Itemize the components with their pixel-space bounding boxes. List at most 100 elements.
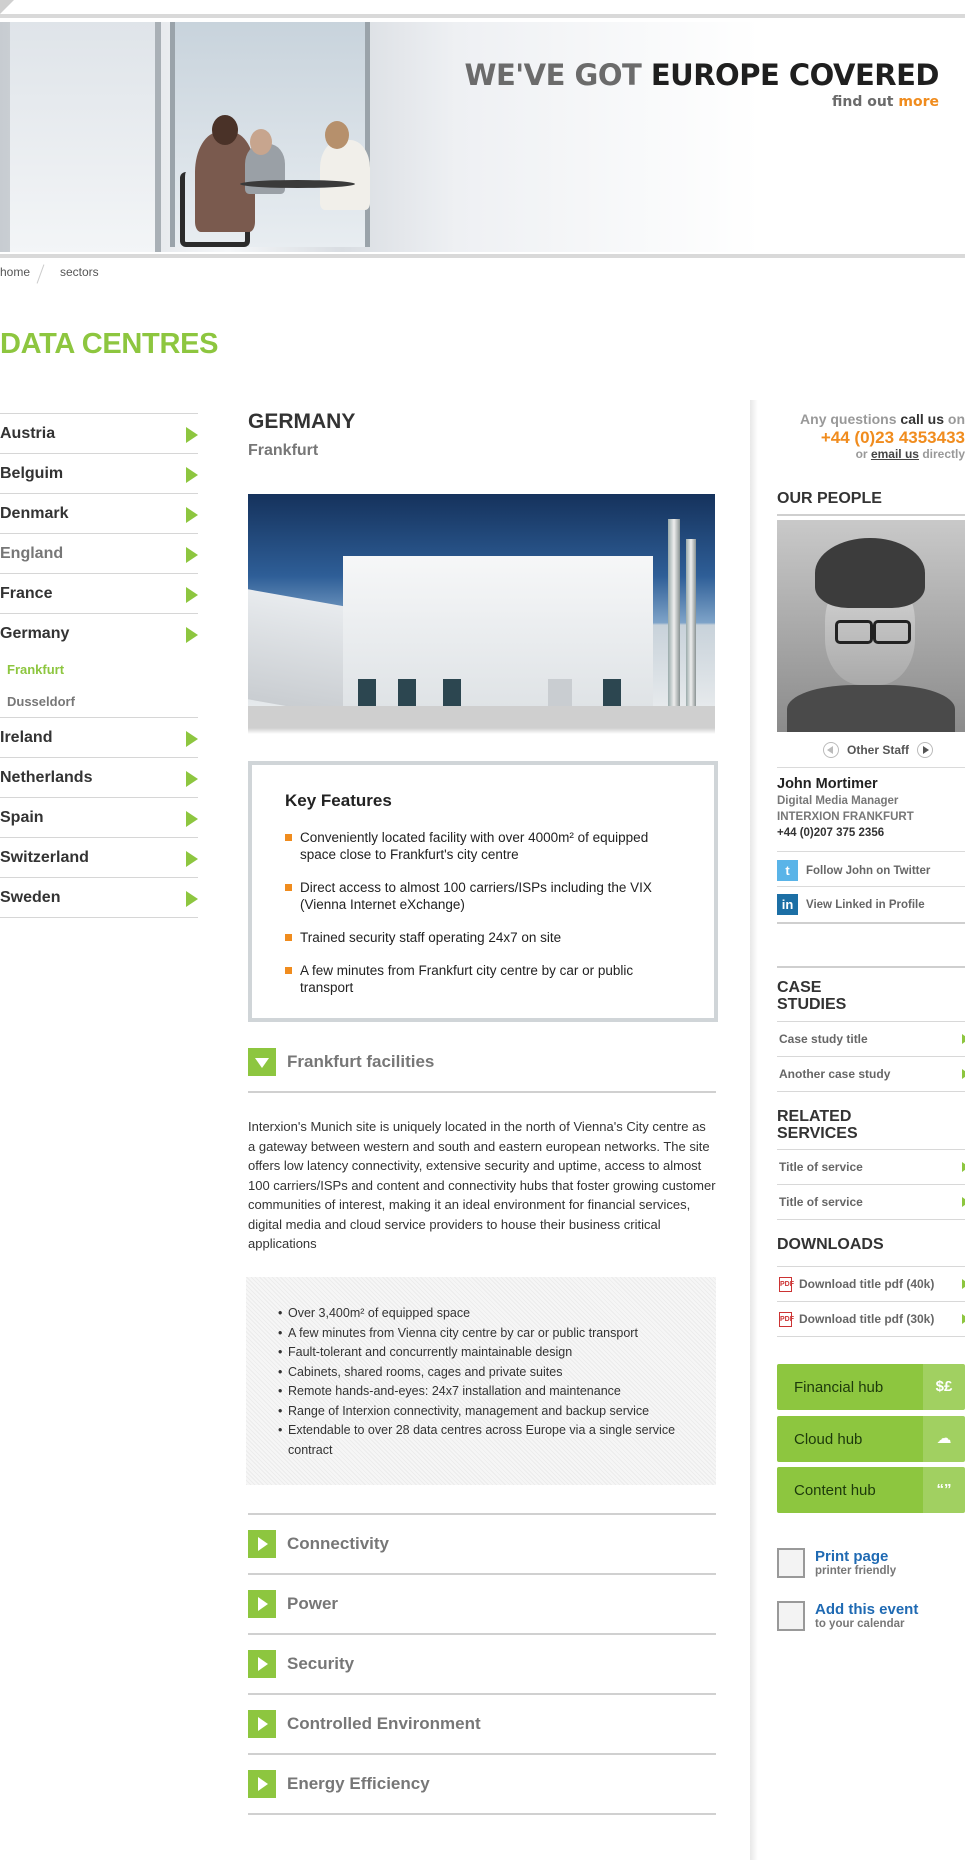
key-features-list: Conveniently located facility with over …: [285, 829, 685, 1012]
hero-banner[interactable]: WE'VE GOT EUROPE COVERED find out more: [0, 22, 965, 252]
divider: [248, 1573, 716, 1575]
top-rule: [0, 14, 965, 18]
accordion-label: Frankfurt facilities: [287, 1052, 435, 1071]
other-staff-label: Other Staff: [847, 743, 910, 757]
previous-icon[interactable]: [823, 742, 839, 758]
email-link[interactable]: email us: [871, 447, 919, 461]
twitter-icon: t: [777, 860, 798, 881]
content-hub-button[interactable]: Content hub “”: [777, 1467, 965, 1513]
nav-label: Ireland: [0, 728, 53, 746]
arrow-right-icon: [186, 547, 198, 563]
service-link[interactable]: Title of service: [777, 1149, 965, 1184]
hero-find-out-more[interactable]: find out more: [832, 94, 939, 110]
building-door: [443, 679, 461, 706]
chevron-right-icon: [248, 1650, 276, 1678]
financial-hub-button[interactable]: Financial hub $£: [777, 1364, 965, 1410]
next-icon[interactable]: [917, 742, 934, 758]
nav-item-sweden[interactable]: Sweden: [0, 877, 198, 917]
divider: [248, 1513, 716, 1515]
accordion-energy-efficiency[interactable]: Energy Efficiency: [248, 1770, 716, 1798]
cloud-icon: ☁: [923, 1416, 965, 1462]
staff-name: John Mortimer: [777, 776, 878, 792]
accordion-frankfurt-facilities[interactable]: Frankfurt facilities: [248, 1048, 716, 1076]
list-item: Fault-tolerant and concurrently maintain…: [278, 1343, 688, 1363]
download-link[interactable]: PDF Download title pdf (30k): [777, 1301, 965, 1336]
case-studies-heading: CASE STUDIES: [777, 979, 846, 1013]
twitter-label: Follow John on Twitter: [806, 864, 931, 877]
divider: [777, 886, 965, 887]
key-features-title: Key Features: [285, 791, 392, 810]
nav-sub-dusseldorf[interactable]: Dusseldorf: [0, 685, 198, 717]
nav-label: Germany: [0, 624, 70, 642]
case-study-link[interactable]: Case study title: [777, 1021, 965, 1056]
divider: [248, 1633, 716, 1635]
phone-number[interactable]: +44 (0)23 4353433: [821, 428, 965, 448]
accordion-label: Power: [287, 1594, 339, 1613]
linkedin-link[interactable]: in View Linked in Profile: [777, 894, 925, 915]
nav-item-netherlands[interactable]: Netherlands: [0, 757, 198, 797]
datacentre-photo: [248, 494, 715, 728]
twitter-link[interactable]: t Follow John on Twitter: [777, 860, 930, 881]
chevron-right-icon: [248, 1710, 276, 1738]
divider: [777, 1219, 965, 1220]
service-label: Title of service: [779, 1195, 863, 1209]
nav-item-germany[interactable]: Germany: [0, 613, 198, 653]
nav-item-ireland[interactable]: Ireland: [0, 717, 198, 757]
other-staff-nav: Other Staff: [815, 742, 941, 758]
hero-more-link[interactable]: more: [898, 94, 939, 110]
nav-item-spain[interactable]: Spain: [0, 797, 198, 837]
hero-sub-prefix: find out: [831, 94, 894, 110]
nav-item-england[interactable]: England: [0, 533, 198, 573]
pdf-icon: PDF: [779, 1311, 794, 1327]
portrait-glasses: [835, 620, 873, 644]
case-studies-list: Case study title Another case study: [777, 1021, 965, 1092]
accordion-security[interactable]: Security: [248, 1650, 716, 1678]
ground: [248, 706, 715, 728]
cloud-hub-button[interactable]: Cloud hub ☁: [777, 1416, 965, 1462]
event-title: Add this event: [815, 1601, 919, 1618]
hero-title-dark: EUROPE COVERED: [650, 58, 940, 92]
breadcrumb-separator: [36, 264, 45, 284]
accordion-controlled-environment[interactable]: Controlled Environment: [248, 1710, 716, 1738]
hub-label: Content hub: [794, 1481, 876, 1499]
hero-photo: [0, 22, 760, 252]
accordion-connectivity[interactable]: Connectivity: [248, 1530, 716, 1558]
print-title: Print page: [815, 1548, 889, 1565]
breadcrumb-sectors[interactable]: sectors: [60, 265, 99, 279]
nav-item-switzerland[interactable]: Switzerland: [0, 837, 198, 877]
questions-line: Any questions call us on: [800, 411, 965, 427]
staff-company: INTERXION FRANKFURT: [777, 811, 914, 823]
nav-item-belguim[interactable]: Belguim: [0, 453, 198, 493]
breadcrumb-home[interactable]: home: [0, 265, 30, 279]
list-item: Trained security staff operating 24x7 on…: [285, 929, 685, 946]
arrow-right-icon: [186, 507, 198, 523]
related-services-heading: RELATED SERVICES: [777, 1108, 858, 1142]
building-door: [398, 679, 416, 706]
add-event-link[interactable]: Add this event to your calendar: [777, 1601, 918, 1631]
arrow-right-icon: [186, 627, 198, 643]
nav-item-denmark[interactable]: Denmark: [0, 493, 198, 533]
case-study-link[interactable]: Another case study: [777, 1056, 965, 1091]
nav-item-france[interactable]: France: [0, 573, 198, 613]
divider: [777, 1091, 965, 1092]
download-link[interactable]: PDF Download title pdf (40k): [777, 1266, 965, 1301]
print-page-link[interactable]: Print page printer friendly: [777, 1548, 896, 1578]
staff-phone: +44 (0)207 375 2356: [777, 827, 885, 839]
nav-label: Spain: [0, 808, 44, 826]
email-suffix: directly: [922, 447, 965, 461]
nav-label: Austria: [0, 424, 56, 442]
building-side: [248, 589, 358, 719]
nav-item-austria[interactable]: Austria: [0, 413, 198, 453]
hero-person-head: [212, 115, 238, 145]
service-link[interactable]: Title of service: [777, 1184, 965, 1219]
chevron-right-icon: [248, 1770, 276, 1798]
downloads-list: PDF Download title pdf (40k) PDF Download …: [777, 1266, 965, 1337]
nav-sub-frankfurt[interactable]: Frankfurt: [0, 653, 198, 685]
sidebar-shadow: [750, 400, 758, 1860]
divider: [777, 514, 965, 516]
nav-divider: [0, 917, 198, 918]
questions-bold: call us: [900, 411, 944, 427]
print-text: Print page printer friendly: [815, 1548, 896, 1578]
case-study-label: Another case study: [779, 1067, 891, 1081]
accordion-power[interactable]: Power: [248, 1590, 716, 1618]
